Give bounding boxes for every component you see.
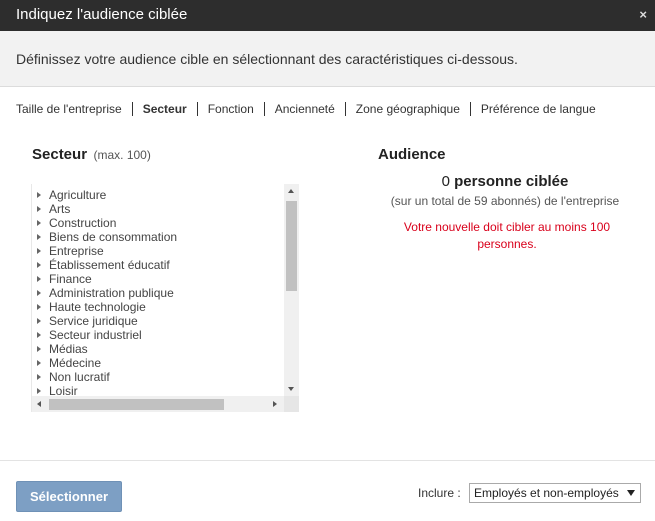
tab-company-size[interactable]: Taille de l'entreprise	[16, 102, 132, 116]
chevron-right-icon[interactable]	[37, 206, 41, 212]
sector-list-item[interactable]: Service juridique	[36, 314, 177, 328]
sector-list-item[interactable]: Non lucratif	[36, 370, 177, 384]
scroll-down-icon[interactable]	[288, 387, 294, 391]
chevron-right-icon[interactable]	[37, 318, 41, 324]
sector-item-label: Secteur industriel	[49, 328, 142, 342]
sector-list-item[interactable]: Administration publique	[36, 286, 177, 300]
sector-list-item[interactable]: Secteur industriel	[36, 328, 177, 342]
sector-list-item[interactable]: Agriculture	[36, 188, 177, 202]
chevron-right-icon[interactable]	[37, 388, 41, 394]
tab-function[interactable]: Fonction	[196, 102, 264, 116]
sector-limit: (max. 100)	[93, 148, 151, 162]
chevron-right-icon[interactable]	[37, 360, 41, 366]
sector-item-label: Service juridique	[49, 314, 138, 328]
sector-item-label: Haute technologie	[49, 300, 146, 314]
sector-item-label: Construction	[49, 216, 117, 230]
vertical-scrollbar[interactable]	[284, 184, 299, 396]
sector-item-label: Établissement éducatif	[49, 258, 170, 272]
sector-item-label: Non lucratif	[49, 370, 110, 384]
sector-list-item[interactable]: Médecine	[36, 356, 177, 370]
include-select-value: Employés et non-employés	[474, 486, 619, 500]
tab-language[interactable]: Préférence de langue	[469, 102, 606, 116]
tab-geography[interactable]: Zone géographique	[344, 102, 470, 116]
chevron-right-icon[interactable]	[37, 234, 41, 240]
footer-divider	[0, 460, 655, 461]
sector-list-item[interactable]: Construction	[36, 216, 177, 230]
sector-list-item[interactable]: Entreprise	[36, 244, 177, 258]
sector-list-item[interactable]: Arts	[36, 202, 177, 216]
chevron-right-icon[interactable]	[37, 262, 41, 268]
intro-banner: Définissez votre audience cible en sélec…	[0, 31, 655, 87]
chevron-right-icon[interactable]	[37, 374, 41, 380]
tab-seniority[interactable]: Ancienneté	[263, 102, 345, 116]
chevron-right-icon[interactable]	[37, 276, 41, 282]
chevron-right-icon[interactable]	[37, 192, 41, 198]
sector-item-label: Agriculture	[49, 188, 107, 202]
intro-text: Définissez votre audience cible en sélec…	[16, 51, 518, 67]
sector-item-label: Biens de consommation	[49, 230, 178, 244]
chevron-right-icon[interactable]	[37, 290, 41, 296]
sector-item-label: Médias	[49, 342, 88, 356]
caret-down-icon	[627, 490, 635, 496]
scroll-right-icon[interactable]	[273, 401, 277, 407]
audience-count-value: 0	[441, 173, 450, 190]
chevron-right-icon[interactable]	[37, 248, 41, 254]
sector-list-item[interactable]: Biens de consommation	[36, 230, 177, 244]
sector-title: Secteur	[32, 146, 88, 163]
vertical-scroll-thumb[interactable]	[286, 201, 297, 291]
sector-heading: Secteur (max. 100)	[32, 146, 151, 164]
sector-item-label: Médecine	[49, 356, 102, 370]
close-icon[interactable]: ×	[639, 7, 647, 22]
chevron-right-icon[interactable]	[37, 332, 41, 338]
chevron-right-icon[interactable]	[37, 304, 41, 310]
tab-sector[interactable]: Secteur	[131, 102, 197, 116]
horizontal-scroll-thumb[interactable]	[49, 399, 224, 410]
chevron-right-icon[interactable]	[37, 346, 41, 352]
sector-item-label: Finance	[49, 272, 92, 286]
include-label: Inclure :	[418, 486, 461, 500]
scrollbar-corner	[284, 396, 299, 412]
select-button[interactable]: Sélectionner	[16, 481, 122, 512]
sector-item-label: Entreprise	[49, 244, 104, 258]
audience-count-label: personne ciblée	[454, 173, 569, 190]
dialog-titlebar: Indiquez l'audience ciblée ×	[0, 0, 655, 31]
audience-count: 0 personne ciblée	[378, 173, 632, 190]
include-select[interactable]: Employés et non-employés	[469, 483, 641, 503]
dialog-title: Indiquez l'audience ciblée	[16, 6, 188, 23]
sector-list-item[interactable]: Finance	[36, 272, 177, 286]
audience-warning: Votre nouvelle doit cibler au moins 100 …	[403, 220, 611, 251]
sector-list-item[interactable]: Haute technologie	[36, 300, 177, 314]
sector-items: Agriculture Arts Construction Biens de cons…	[36, 188, 177, 398]
scroll-left-icon[interactable]	[37, 401, 41, 407]
horizontal-scrollbar[interactable]	[32, 396, 284, 412]
audience-title: Audience	[378, 146, 446, 163]
sector-list[interactable]: Agriculture Arts Construction Biens de cons…	[31, 184, 299, 412]
sector-item-label: Arts	[49, 202, 71, 216]
sector-list-item[interactable]: Établissement éducatif	[36, 258, 177, 272]
audience-total: (sur un total de 59 abonnés) de l'entrep…	[390, 194, 620, 208]
sector-item-label: Administration publique	[49, 286, 174, 300]
chevron-right-icon[interactable]	[37, 220, 41, 226]
scroll-up-icon[interactable]	[288, 189, 294, 193]
criteria-tabs: Taille de l'entreprise Secteur Fonction …	[16, 101, 606, 117]
sector-list-item[interactable]: Médias	[36, 342, 177, 356]
